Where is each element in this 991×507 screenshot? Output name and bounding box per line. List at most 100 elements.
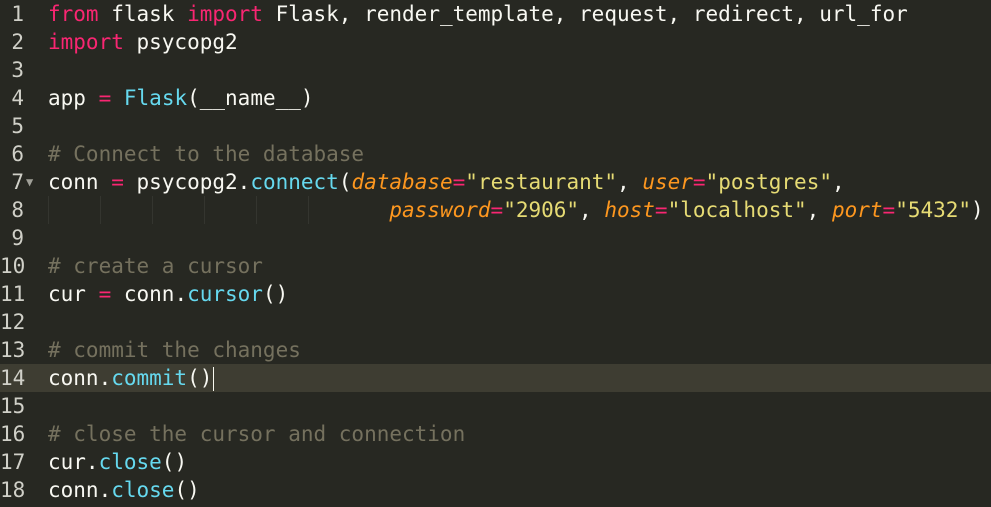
code-token: psycopg2. — [123, 170, 251, 194]
line-number: 5 — [11, 114, 24, 138]
code-text: password="2906", host="localhost", port=… — [48, 196, 984, 224]
code-token: = — [490, 198, 504, 222]
code-token: ( — [338, 170, 352, 194]
code-token: () — [174, 478, 200, 502]
code-token: commit — [111, 366, 188, 390]
code-text: # Connect to the database — [48, 140, 364, 168]
code-token: = — [882, 198, 896, 222]
code-token: "5432" — [895, 198, 972, 222]
line-number: 16 — [0, 422, 26, 446]
code-line[interactable]: 1 from flask import Flask, render_templat… — [0, 0, 991, 28]
code-token: ) — [971, 198, 984, 222]
code-token: conn. — [111, 282, 188, 306]
code-token: conn — [48, 170, 112, 194]
code-text: cur.close() — [48, 448, 187, 476]
code-token: host — [604, 198, 655, 222]
code-text: # close the cursor and connection — [48, 420, 465, 448]
code-token: = — [98, 282, 112, 306]
code-token: conn. — [48, 478, 112, 502]
code-text: app = Flask(__name__) — [48, 84, 314, 112]
code-line[interactable]: 15 — [0, 392, 991, 420]
code-token: () — [262, 282, 289, 306]
code-token: import — [48, 30, 124, 54]
code-token: close — [98, 450, 162, 474]
code-editor[interactable]: 1 from flask import Flask, render_templat… — [0, 0, 991, 507]
code-token: psycopg2 — [123, 30, 238, 54]
code-line[interactable]: 11 cur = conn.cursor() — [0, 280, 991, 308]
code-token: # create a cursor — [48, 254, 263, 278]
code-token: # Connect to the database — [48, 142, 365, 166]
code-line[interactable]: 14 conn.commit() — [0, 364, 991, 392]
fold-arrow-icon[interactable]: ▼ — [26, 168, 33, 196]
code-text: conn.commit() — [48, 364, 215, 392]
code-text: # commit the changes — [48, 336, 301, 364]
code-token: cursor — [187, 282, 263, 306]
code-token: "restaurant" — [465, 170, 618, 194]
code-token: cur. — [48, 450, 99, 474]
code-token: = — [692, 170, 706, 194]
code-token: () — [161, 450, 188, 474]
code-token: port — [831, 198, 883, 222]
line-number: 9 — [11, 226, 24, 250]
code-text: from flask import Flask, render_template… — [48, 0, 908, 28]
line-number: 3 — [11, 58, 24, 82]
code-token: flask — [98, 2, 188, 26]
code-token: from — [48, 2, 99, 26]
line-number: 12 — [0, 310, 26, 334]
code-token: close — [111, 478, 175, 502]
code-line[interactable]: 4 app = Flask(__name__) — [0, 84, 991, 112]
code-line[interactable]: 8 password="2906", host="localhost", por… — [0, 196, 991, 224]
code-token: conn. — [48, 366, 112, 390]
line-number: 17 — [0, 450, 26, 474]
code-line[interactable]: 9 — [0, 224, 991, 252]
line-number: 13 — [0, 338, 26, 362]
code-token: = — [654, 198, 668, 222]
code-token: app — [48, 86, 99, 110]
code-text: conn.close() — [48, 476, 200, 504]
code-text: conn = psycopg2.connect(database="restau… — [48, 168, 845, 196]
code-line[interactable]: 7 ▼ conn = psycopg2.connect(database="rest… — [0, 168, 991, 196]
code-token: , — [831, 170, 845, 194]
text-cursor — [213, 367, 215, 391]
code-token: , — [617, 170, 643, 194]
code-token: cur — [48, 282, 99, 306]
code-token: connect — [250, 170, 339, 194]
code-line[interactable]: 3 — [0, 56, 991, 84]
code-line[interactable]: 17 cur.close() — [0, 448, 991, 476]
line-number: 8 — [11, 198, 24, 222]
code-token: # commit the changes — [48, 338, 301, 362]
code-token: "localhost" — [667, 198, 807, 222]
code-line[interactable]: 2 import psycopg2 — [0, 28, 991, 56]
line-number: 14 — [0, 366, 26, 390]
code-token: , — [579, 198, 605, 222]
code-token: password — [389, 198, 491, 222]
code-token: = — [111, 170, 124, 194]
code-line[interactable]: 10 # create a cursor — [0, 252, 991, 280]
code-token: database — [351, 170, 453, 194]
line-number: 18 — [0, 478, 26, 502]
code-line[interactable]: 18 conn.close() — [0, 476, 991, 504]
code-line[interactable]: 13 # commit the changes — [0, 336, 991, 364]
code-line[interactable]: 12 — [0, 308, 991, 336]
code-token: "postgres" — [705, 170, 832, 194]
code-token: Flask — [123, 86, 188, 110]
code-token: () — [187, 366, 213, 390]
code-line[interactable]: 6 # Connect to the database — [0, 140, 991, 168]
line-number: 7 — [11, 170, 24, 194]
code-token: "2906" — [503, 198, 580, 222]
line-number: 4 — [11, 86, 24, 110]
line-number: 2 — [11, 30, 24, 54]
code-text: import psycopg2 — [48, 28, 238, 56]
code-token: , — [806, 198, 832, 222]
code-token: Flask, render_template, request, redirec… — [262, 2, 908, 26]
line-number: 6 — [11, 142, 24, 166]
code-text: # create a cursor — [48, 252, 263, 280]
code-token: = — [452, 170, 466, 194]
code-token: = — [98, 86, 112, 110]
code-line[interactable]: 16 # close the cursor and connection — [0, 420, 991, 448]
code-text: cur = conn.cursor() — [48, 280, 288, 308]
code-line[interactable]: 5 — [0, 112, 991, 140]
line-number: 15 — [0, 394, 26, 418]
